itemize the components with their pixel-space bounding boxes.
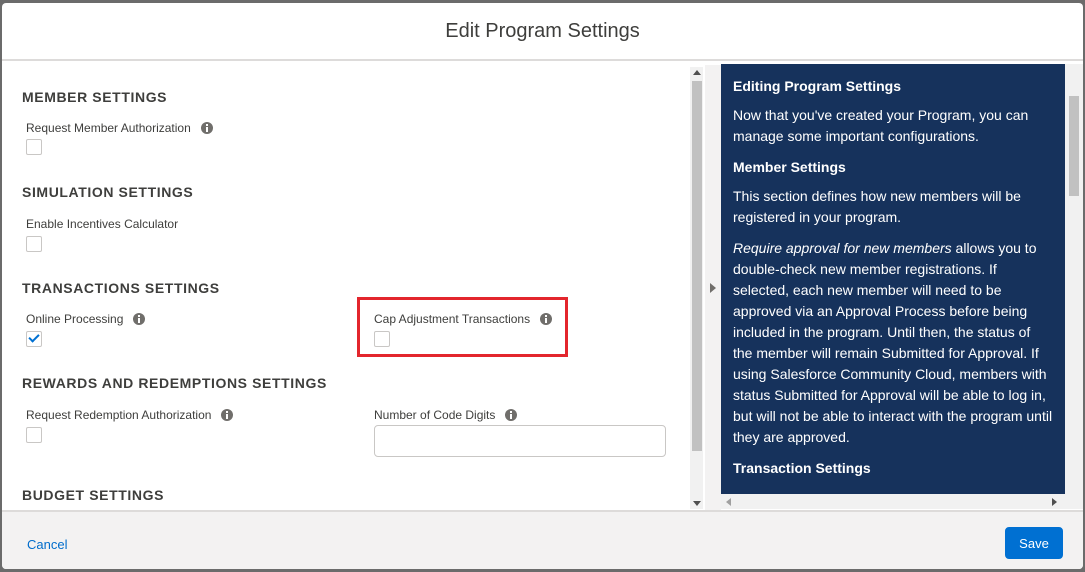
chevron-right-icon	[710, 283, 716, 293]
request-redemption-authorization-checkbox[interactable]	[26, 427, 42, 443]
help-intro: Now that you've created your Program, yo…	[733, 107, 1029, 144]
scroll-up-icon[interactable]	[693, 70, 701, 75]
scroll-right-icon[interactable]	[1052, 498, 1057, 506]
rewards-settings-title: REWARDS AND REDEMPTIONS SETTINGS	[22, 375, 327, 391]
enable-incentives-calculator-label: Enable Incentives Calculator	[26, 217, 179, 231]
help-horizontal-scrollbar[interactable]	[721, 494, 1065, 509]
info-icon[interactable]	[200, 122, 213, 134]
help-vertical-scrollbar[interactable]	[1065, 64, 1083, 509]
number-of-code-digits-label: Number of Code Digits	[374, 408, 496, 422]
scroll-left-icon[interactable]	[726, 498, 731, 506]
number-of-code-digits-input[interactable]	[374, 425, 666, 457]
member-settings-title: MEMBER SETTINGS	[22, 89, 168, 105]
help-member-text: This section defines how new members wil…	[733, 188, 1021, 225]
request-member-authorization-checkbox[interactable]	[26, 139, 42, 155]
online-processing-label: Online Processing	[26, 312, 124, 326]
modal-header: Edit Program Settings	[2, 3, 1083, 61]
online-processing-field: Online Processing	[26, 312, 146, 326]
edit-program-settings-modal: Edit Program Settings MEMBER SETTINGS Re…	[2, 3, 1083, 569]
settings-form: MEMBER SETTINGS Request Member Authoriza…	[2, 61, 690, 509]
info-icon[interactable]	[505, 409, 518, 421]
simulation-settings-title: SIMULATION SETTINGS	[22, 184, 194, 200]
highlight-box	[357, 297, 568, 357]
help-transaction-heading: Transaction Settings	[733, 460, 871, 476]
help-heading: Editing Program Settings	[733, 78, 902, 94]
cancel-button[interactable]: Cancel	[27, 537, 67, 552]
modal-title: Edit Program Settings	[445, 19, 640, 42]
help-approval-paragraph: Require approval for new members allows …	[733, 238, 1053, 448]
request-member-authorization-label: Request Member Authorization	[26, 121, 191, 135]
number-of-code-digits-field: Number of Code Digits	[374, 408, 518, 422]
help-member-heading: Member Settings	[733, 159, 846, 175]
help-panel-toggle[interactable]	[705, 65, 721, 511]
help-panel: Editing Program Settings Now that you've…	[721, 64, 1065, 494]
enable-incentives-calculator-checkbox[interactable]	[26, 236, 42, 252]
enable-incentives-calculator-field: Enable Incentives Calculator	[26, 217, 178, 231]
request-redemption-authorization-label: Request Redemption Authorization	[26, 408, 212, 422]
scroll-down-icon[interactable]	[693, 501, 701, 506]
form-scrollbar[interactable]	[690, 67, 703, 509]
help-approval-emphasis: Require approval for new members	[733, 240, 952, 256]
budget-settings-title: BUDGET SETTINGS	[22, 487, 165, 503]
help-approval-text: allows you to double-check new member re…	[733, 240, 1053, 445]
modal-footer: Cancel Save	[2, 510, 1083, 569]
transactions-settings-title: TRANSACTIONS SETTINGS	[22, 280, 220, 296]
info-icon[interactable]	[221, 409, 234, 421]
scrollbar-thumb[interactable]	[692, 81, 702, 451]
save-button[interactable]: Save	[1005, 527, 1063, 559]
online-processing-checkbox[interactable]	[26, 331, 42, 347]
request-member-authorization-field: Request Member Authorization	[26, 121, 213, 135]
info-icon[interactable]	[133, 313, 146, 325]
request-redemption-authorization-field: Request Redemption Authorization	[26, 408, 234, 422]
help-scrollbar-thumb[interactable]	[1069, 96, 1079, 196]
